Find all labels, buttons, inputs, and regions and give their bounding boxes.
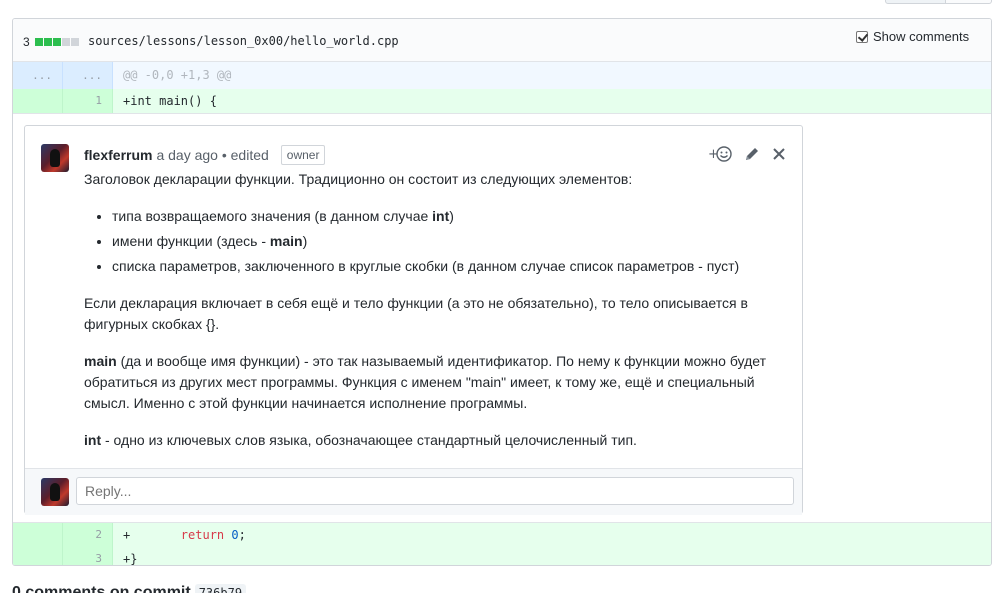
view-toggle-right-button[interactable] [946,0,992,4]
diff-file: 3 sources/lessons/lesson_0x00/hello_worl… [12,18,992,566]
diffstat-block-added [34,38,43,46]
comment-author-link[interactable]: flexferrum [84,147,152,163]
owner-badge: owner [280,145,326,165]
comment-bullet-list: типа возвращаемого значения (в данном сл… [112,206,784,277]
comment-actions: + [696,145,786,163]
commit-comments-heading: 0 comments on commit 736b79 [12,584,247,593]
diffstat-count: 3 [23,35,30,49]
diffstat-block-neutral [61,38,70,46]
inline-comment-thread: flexferrum a day ago • edited owner + За… [13,113,991,523]
top-button-group [885,0,992,4]
list-item: типа возвращаемого значения (в данном сл… [112,206,784,227]
diffstat: 3 [23,35,80,49]
diffstat-block-added [43,38,52,46]
hunk-expand-new[interactable]: ... [63,62,113,89]
diffstat-block-neutral [70,38,79,46]
reply-input[interactable] [76,477,794,505]
hunk-header-text: @@ -0,0 +1,3 @@ [123,68,232,82]
code-line: +} [123,552,138,566]
comment-container: flexferrum a day ago • edited owner + За… [24,125,803,515]
file-header: 3 sources/lessons/lesson_0x00/hello_worl… [13,19,991,62]
avatar [41,478,69,506]
comment-header: flexferrum a day ago • edited owner [84,145,326,165]
show-comments-label: Show comments [873,29,970,44]
avatar[interactable] [41,144,69,172]
old-line-number [13,89,63,113]
show-comments-checkbox[interactable] [856,30,868,43]
comment-intro: Заголовок декларации функции. Традиционн… [84,171,633,187]
diff-line-3: 3 +} [13,547,991,566]
diff-line-2: 2 + return 0; [13,523,991,547]
new-line-number[interactable]: 1 [63,89,113,113]
add-reaction-icon[interactable]: + [708,145,732,163]
view-toggle-left-button[interactable] [885,0,946,4]
comment-paragraph: main (да и вообще имя функции) - это так… [84,353,766,411]
hunk-header-row: ... ... @@ -0,0 +1,3 @@ [13,62,991,89]
hunk-expand-old[interactable]: ... [13,62,63,89]
code-line: +int main() { [123,94,217,108]
close-icon[interactable] [772,145,786,163]
comment-paragraph: int - одно из ключевых слов языка, обозн… [84,432,637,448]
comment: flexferrum a day ago • edited owner + За… [25,126,802,469]
commit-sha[interactable]: 736b79 [194,584,247,593]
pencil-icon[interactable] [744,145,760,163]
diff-line-1: 1 +int main() { [13,89,991,113]
list-item: списка параметров, заключенного в круглы… [112,256,784,277]
comment-paragraph: Если декларация включает в себя ещё и те… [84,295,748,332]
file-path-link[interactable]: sources/lessons/lesson_0x00/hello_world.… [88,34,399,48]
old-line-number [13,523,63,547]
new-line-number[interactable]: 2 [63,523,113,547]
comment-timestamp[interactable]: a day ago • edited [156,147,268,163]
new-line-number[interactable]: 3 [63,547,113,565]
code-line: + return 0; [123,528,246,542]
diffstat-block-added [52,38,61,46]
comment-body-text: Заголовок декларации функции. Традиционн… [84,169,784,467]
old-line-number [13,547,63,565]
list-item: имени функции (здесь - main) [112,231,784,252]
show-comments-toggle[interactable]: Show comments [856,29,969,44]
reply-row [25,469,802,515]
